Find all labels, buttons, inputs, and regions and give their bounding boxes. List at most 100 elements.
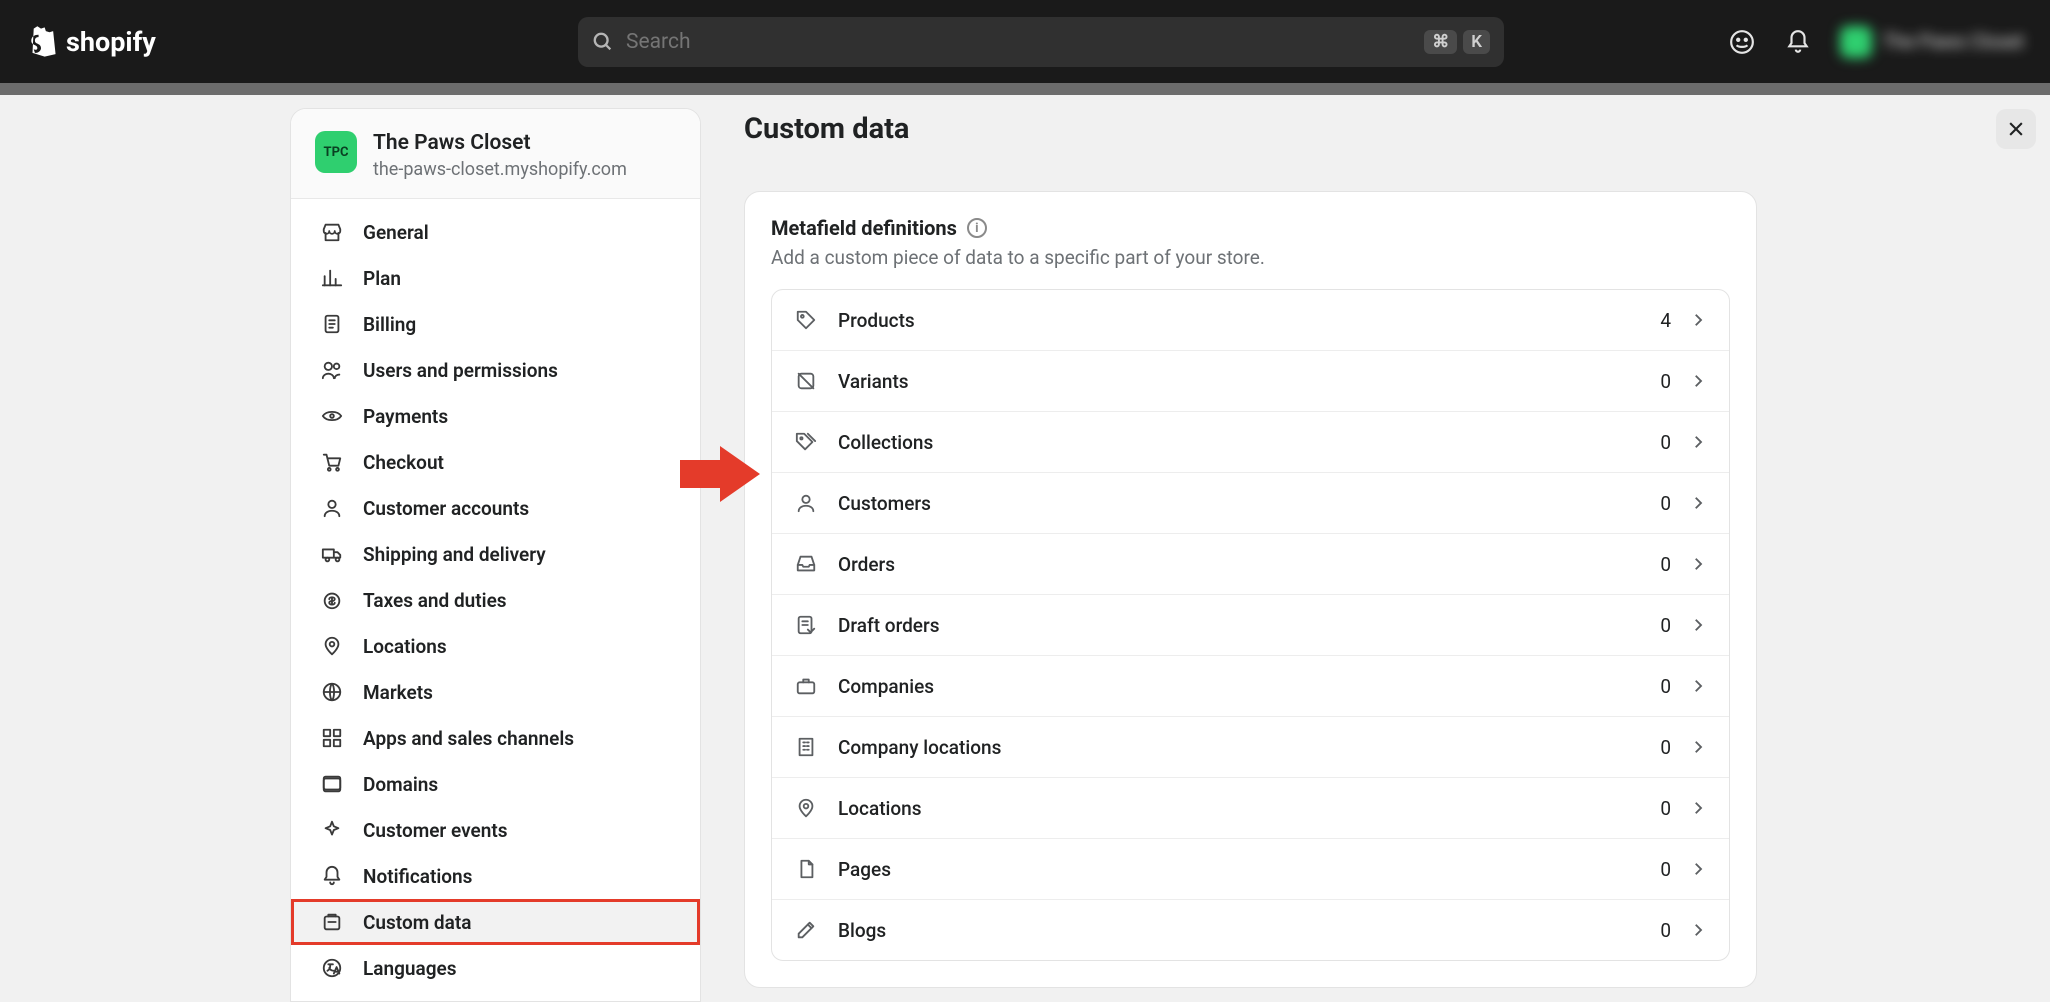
row-count: 0 xyxy=(1660,919,1671,942)
metafield-row-products[interactable]: Products4 xyxy=(772,290,1729,351)
row-label: Company locations xyxy=(838,736,1660,759)
sidebar-item-notifications[interactable]: Notifications xyxy=(291,853,700,899)
sidebar-item-label: Markets xyxy=(363,681,433,704)
tags-icon xyxy=(794,430,818,454)
language-icon xyxy=(319,955,345,981)
brand[interactable]: shopify xyxy=(26,25,156,59)
chevron-right-icon xyxy=(1689,738,1707,756)
search-input[interactable] xyxy=(626,30,1412,54)
metafield-row-blogs[interactable]: Blogs0 xyxy=(772,900,1729,960)
shopify-logo-icon xyxy=(26,25,56,59)
globe-icon xyxy=(319,679,345,705)
sidebar-item-markets[interactable]: Markets xyxy=(291,669,700,715)
metafield-row-collections[interactable]: Collections0 xyxy=(772,412,1729,473)
sidebar-item-label: Plan xyxy=(363,267,401,290)
chevron-right-icon xyxy=(1689,311,1707,329)
info-icon[interactable]: i xyxy=(967,218,987,238)
panel-header: Metafield definitions i Add a custom pie… xyxy=(745,216,1756,289)
chevron-right-icon xyxy=(1689,372,1707,390)
metafield-row-variants[interactable]: Variants0 xyxy=(772,351,1729,412)
briefcase-icon xyxy=(794,674,818,698)
search-shortcut: ⌘ K xyxy=(1424,30,1490,54)
sidebar-item-checkout[interactable]: Checkout xyxy=(291,439,700,485)
sidebar-item-users-and-permissions[interactable]: Users and permissions xyxy=(291,347,700,393)
sidebar-item-shipping-and-delivery[interactable]: Shipping and delivery xyxy=(291,531,700,577)
sidebar-item-billing[interactable]: Billing xyxy=(291,301,700,347)
building-icon xyxy=(794,735,818,759)
sidebar-item-apps-and-sales-channels[interactable]: Apps and sales channels xyxy=(291,715,700,761)
sidebar-item-locations[interactable]: Locations xyxy=(291,623,700,669)
sidebar-item-payments[interactable]: Payments xyxy=(291,393,700,439)
row-count: 0 xyxy=(1660,370,1671,393)
row-label: Blogs xyxy=(838,919,1660,942)
settings-modal: TPC The Paws Closet the-paws-closet.mysh… xyxy=(0,95,2050,1000)
inbox-icon xyxy=(794,552,818,576)
search-bar[interactable]: ⌘ K xyxy=(578,17,1504,67)
metafields-panel: Metafield definitions i Add a custom pie… xyxy=(744,191,1757,988)
chevron-right-icon xyxy=(1689,860,1707,878)
row-label: Companies xyxy=(838,675,1660,698)
row-label: Customers xyxy=(838,492,1660,515)
metafield-row-pages[interactable]: Pages0 xyxy=(772,839,1729,900)
sidebar-item-label: Billing xyxy=(363,313,416,336)
sidebar-item-label: Payments xyxy=(363,405,448,428)
sidebar-nav: General Plan Billing Users and permissions P… xyxy=(291,199,700,1001)
settings-sidebar: TPC The Paws Closet the-paws-closet.mysh… xyxy=(290,108,701,1002)
sparkle-icon xyxy=(319,817,345,843)
page-title: Custom data xyxy=(744,112,909,146)
sidebar-item-customer-accounts[interactable]: Customer accounts xyxy=(291,485,700,531)
section-subtitle: Add a custom piece of data to a specific… xyxy=(771,246,1730,269)
sidebar-item-languages[interactable]: Languages xyxy=(291,945,700,991)
receipt-icon xyxy=(319,311,345,337)
money-icon xyxy=(319,587,345,613)
edit-icon xyxy=(794,918,818,942)
store-initials: TPC xyxy=(324,145,349,160)
sidebar-item-taxes-and-duties[interactable]: Taxes and duties xyxy=(291,577,700,623)
row-label: Orders xyxy=(838,553,1660,576)
close-icon xyxy=(2006,119,2026,139)
ghost-icon[interactable] xyxy=(1728,28,1756,56)
sidebar-item-label: Customer events xyxy=(363,819,507,842)
annotation-arrow xyxy=(680,446,760,502)
row-label: Draft orders xyxy=(838,614,1660,637)
close-button[interactable] xyxy=(1996,109,2036,149)
store-icon xyxy=(319,219,345,245)
notifications-icon[interactable] xyxy=(1784,28,1812,56)
row-label: Products xyxy=(838,309,1660,332)
kbd-key: K xyxy=(1463,30,1490,54)
search-icon xyxy=(592,31,614,53)
row-count: 0 xyxy=(1660,858,1671,881)
divider-strip xyxy=(0,83,2050,95)
metafield-row-customers[interactable]: Customers0 xyxy=(772,473,1729,534)
sidebar-item-label: Notifications xyxy=(363,865,472,888)
sidebar-item-plan[interactable]: Plan xyxy=(291,255,700,301)
apps-icon xyxy=(319,725,345,751)
row-label: Variants xyxy=(838,370,1660,393)
metafield-row-draft-orders[interactable]: Draft orders0 xyxy=(772,595,1729,656)
metafield-row-locations[interactable]: Locations0 xyxy=(772,778,1729,839)
sidebar-item-label: Locations xyxy=(363,635,447,658)
store-avatar: TPC xyxy=(315,131,357,173)
metafield-row-orders[interactable]: Orders0 xyxy=(772,534,1729,595)
domains-icon xyxy=(319,771,345,797)
chevron-right-icon xyxy=(1689,921,1707,939)
cart-icon xyxy=(319,449,345,475)
row-count: 0 xyxy=(1660,553,1671,576)
top-right-icons: The Paws Closet xyxy=(1728,26,2024,58)
page-icon xyxy=(794,857,818,881)
sidebar-item-domains[interactable]: Domains xyxy=(291,761,700,807)
bell-icon xyxy=(319,863,345,889)
metafield-row-companies[interactable]: Companies0 xyxy=(772,656,1729,717)
row-count: 4 xyxy=(1660,309,1671,332)
chevron-right-icon xyxy=(1689,555,1707,573)
sidebar-item-customer-events[interactable]: Customer events xyxy=(291,807,700,853)
metafield-row-company-locations[interactable]: Company locations0 xyxy=(772,717,1729,778)
user-menu[interactable]: The Paws Closet xyxy=(1840,26,2024,58)
row-label: Pages xyxy=(838,858,1660,881)
chart-icon xyxy=(319,265,345,291)
sidebar-item-custom-data[interactable]: Custom data xyxy=(291,899,700,945)
tag-icon xyxy=(794,308,818,332)
sidebar-item-label: Languages xyxy=(363,957,457,980)
sidebar-item-general[interactable]: General xyxy=(291,209,700,255)
sidebar-item-label: Customer accounts xyxy=(363,497,529,520)
